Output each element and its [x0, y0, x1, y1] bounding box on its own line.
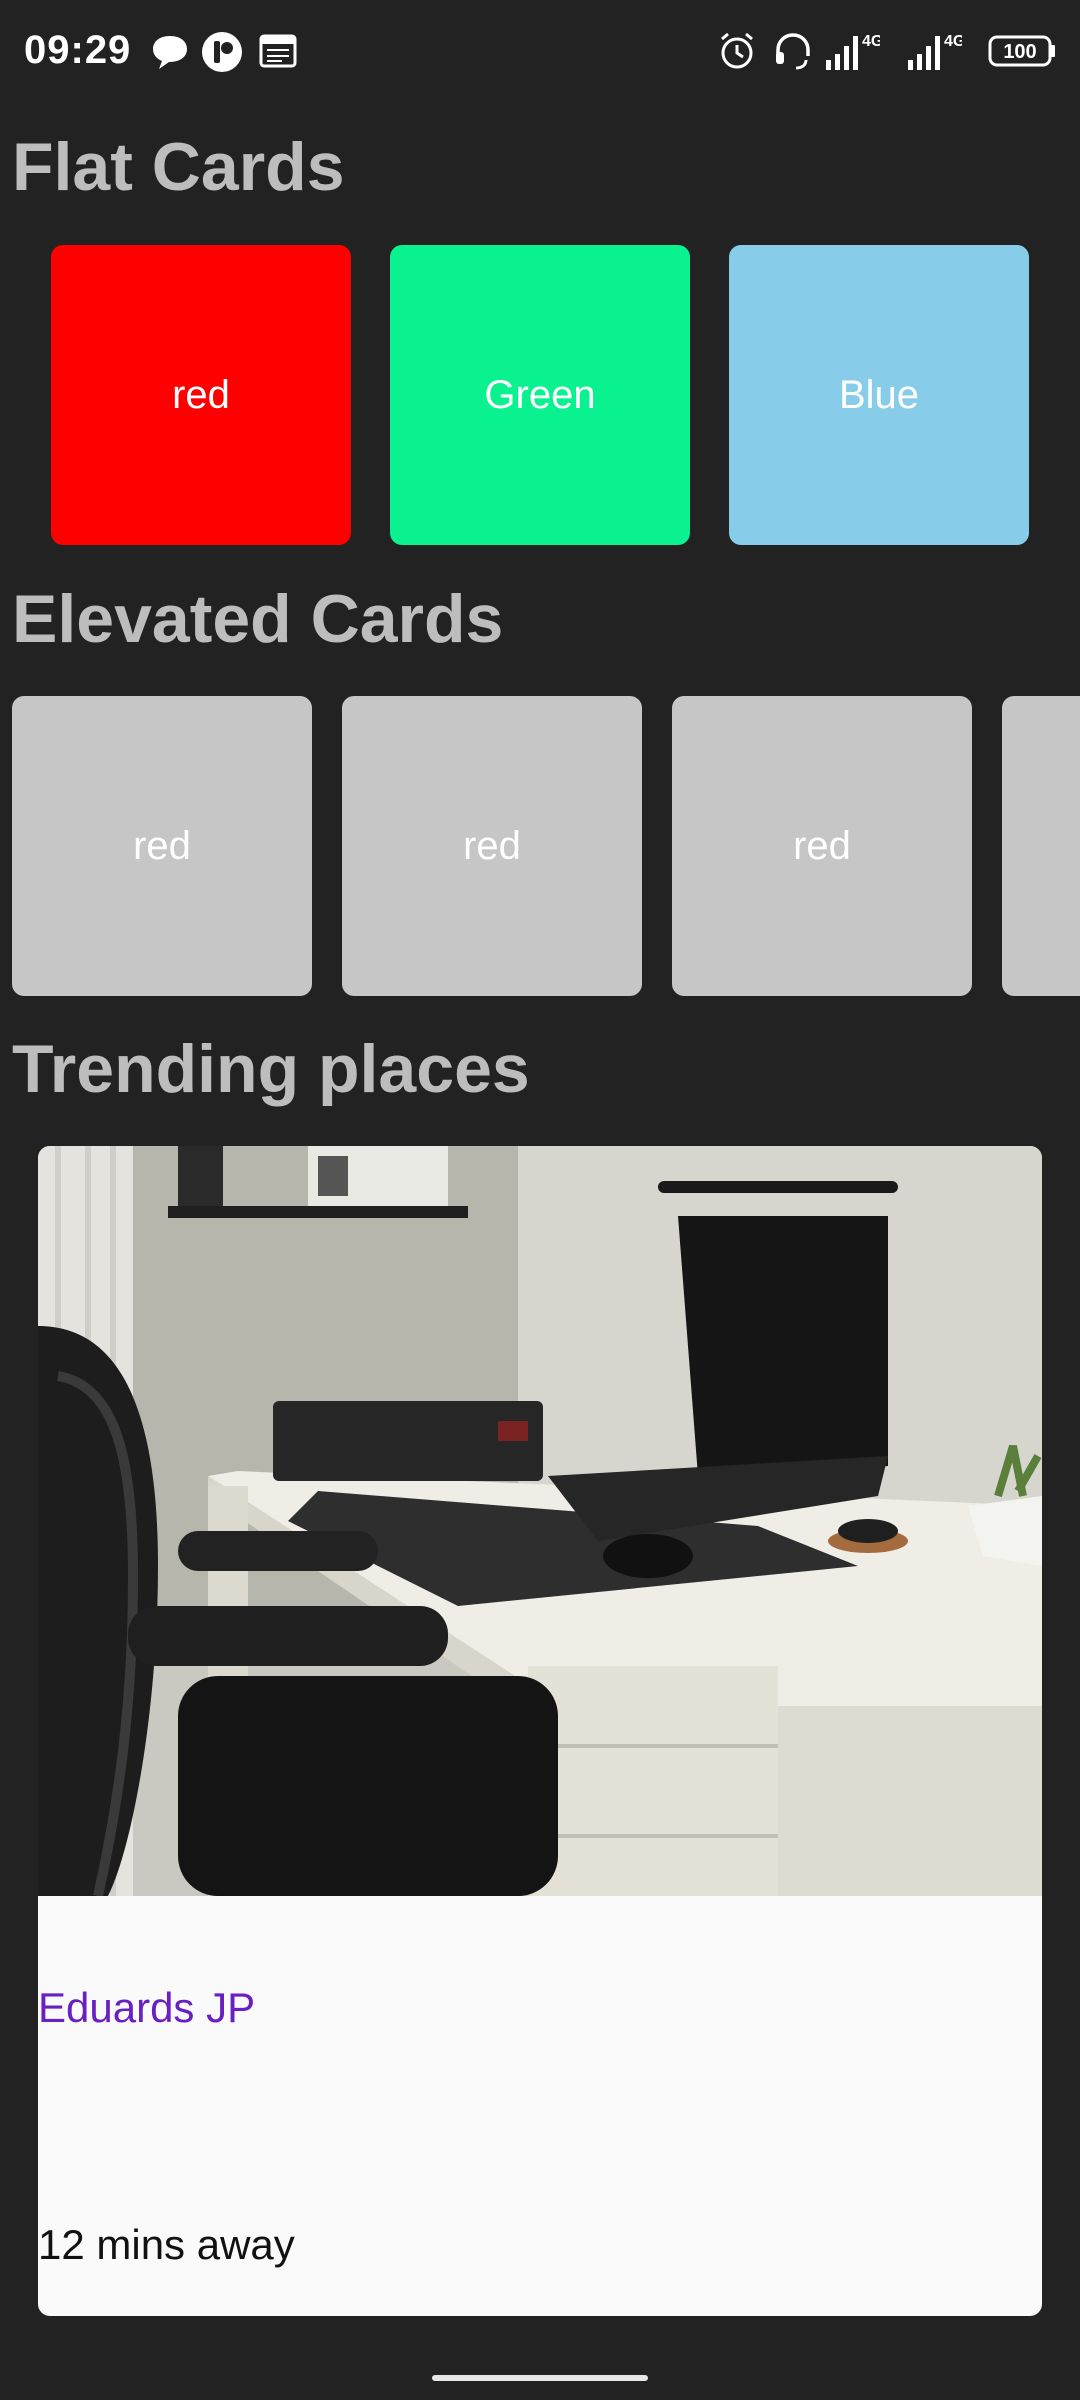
elevated-card[interactable]: red	[342, 696, 642, 996]
home-indicator[interactable]	[432, 2375, 648, 2381]
flat-card-blue[interactable]: Blue	[729, 245, 1029, 545]
trending-places-title: Trending places	[12, 1031, 530, 1107]
network-label: 4G	[862, 33, 880, 50]
card-label: Green	[484, 372, 596, 417]
card-label: red	[463, 823, 521, 868]
signal-4g-icon: 4G	[908, 33, 962, 70]
flat-card-red[interactable]: red	[51, 245, 351, 545]
card-label: Blue	[838, 372, 920, 417]
elevated-card[interactable]: red	[672, 696, 972, 996]
alarm-icon	[721, 32, 753, 69]
distance-text: 12 mins away	[38, 2221, 295, 2268]
elevated-cards-title: Elevated Cards	[12, 581, 504, 657]
signal-4g-icon: 4G	[826, 33, 880, 70]
chat-bubble-icon	[153, 36, 187, 69]
flat-card-green[interactable]: Green	[390, 245, 690, 545]
card-label: red	[793, 823, 851, 868]
card-label: red	[172, 372, 230, 417]
card-label: red	[133, 823, 191, 868]
battery-level: 100	[1003, 41, 1036, 63]
status-time: 09:29	[24, 28, 132, 72]
trending-place-card[interactable]: Eduards JP 12 mins away	[38, 1146, 1042, 2316]
battery-icon: 100	[988, 35, 1055, 67]
elevated-card-partial[interactable]	[1002, 696, 1080, 996]
calendar-icon	[259, 34, 297, 68]
author-link[interactable]: Eduards JP	[38, 1984, 255, 2032]
network-label: 4G	[944, 33, 962, 50]
status-bar: 09:29 4G 4G 100	[0, 0, 1080, 108]
flat-cards-title: Flat Cards	[12, 129, 345, 205]
elevated-card[interactable]: red	[12, 696, 312, 996]
headset-icon	[776, 33, 810, 70]
app-badge-icon	[202, 32, 242, 72]
desk-setup-photo	[38, 1146, 1042, 1896]
